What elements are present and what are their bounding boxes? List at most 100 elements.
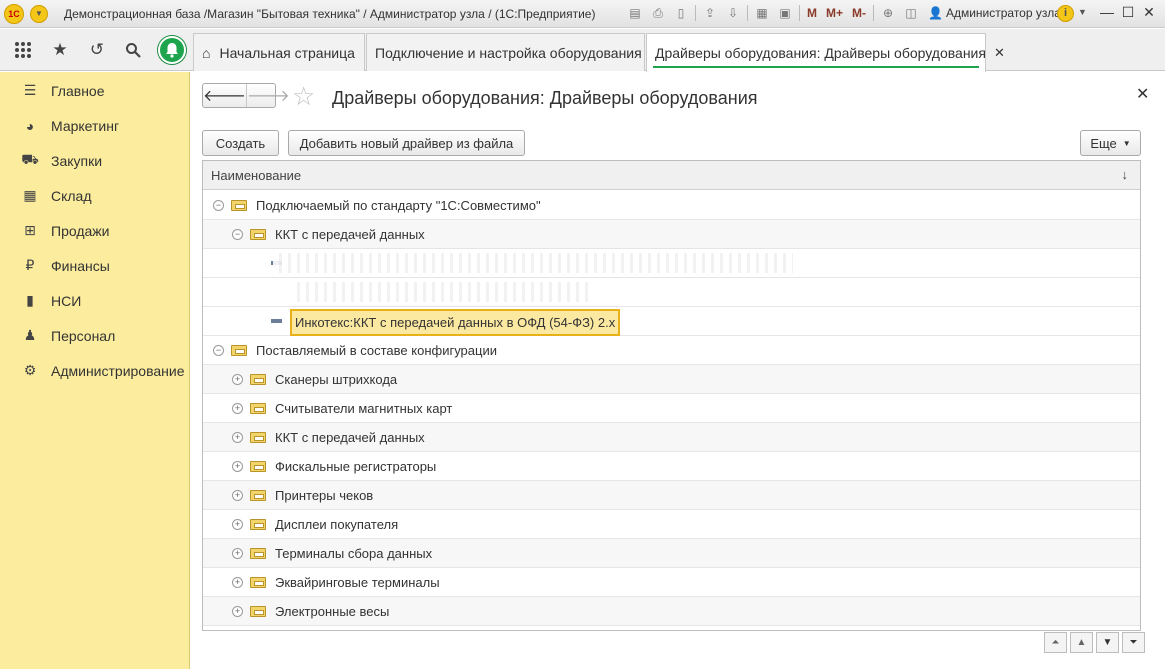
chevron-down-icon: ▼ xyxy=(1122,138,1131,148)
sidebar-item-label: Персонал xyxy=(51,327,116,344)
tab-label: Подключение и настройка оборудования xyxy=(375,44,642,61)
close-window-icon[interactable]: ✕ xyxy=(1140,4,1158,21)
table-row[interactable]: − Подключаемый по стандарту "1С:Совмести… xyxy=(203,191,1140,220)
tab-home[interactable]: ⌂ Начальная страница xyxy=(193,33,365,71)
sidebar-item-marketing[interactable]: ◕ Маркетинг xyxy=(0,108,190,143)
panels-icon[interactable]: ◫ xyxy=(902,4,920,22)
sidebar-item-administration[interactable]: ⚙ Администрирование xyxy=(0,353,190,388)
favorite-star-icon[interactable]: ☆ xyxy=(292,81,315,112)
table-row[interactable] xyxy=(203,249,1140,278)
table-row-selected[interactable]: Инкотекс:ККТ с передачей данных в ОФД (5… xyxy=(203,307,1140,336)
expand-icon[interactable]: + xyxy=(232,489,243,501)
drivers-table[interactable]: Наименование ↓ − Подключаемый по стандар… xyxy=(202,160,1141,631)
expand-icon[interactable]: + xyxy=(232,373,243,385)
memory-plus-button[interactable]: M+ xyxy=(824,4,845,22)
expand-icon[interactable]: + xyxy=(232,431,243,443)
row-label: Электронные весы xyxy=(275,603,390,619)
current-user[interactable]: 👤 Администратор узла xyxy=(928,6,1061,20)
table-row[interactable]: + Считыватели магнитных карт xyxy=(203,394,1140,423)
sidebar-item-main[interactable]: ☰ Главное xyxy=(0,73,190,108)
memory-minus-button[interactable]: M- xyxy=(850,4,868,22)
row-label: Сканеры штрихкода xyxy=(275,371,398,387)
toolbar-separator xyxy=(799,5,800,21)
maximize-icon[interactable]: ☐ xyxy=(1119,4,1137,21)
table-row[interactable]: + Электронные весы xyxy=(203,597,1140,626)
title-bar: 1С ▼ Демонстрационная база /Магазин "Быт… xyxy=(0,0,1165,28)
folder-icon xyxy=(250,547,266,559)
scroll-to-bottom-icon[interactable]: ⏷ xyxy=(1122,632,1145,653)
table-row[interactable]: + Фискальные регистраторы xyxy=(203,452,1140,481)
table-row[interactable]: + Принтеры чеков xyxy=(203,481,1140,510)
calculator-icon[interactable]: ▦ xyxy=(753,4,771,22)
row-label: Подключаемый по стандарту "1С:Совместимо… xyxy=(256,197,541,213)
table-row[interactable]: − Поставляемый в составе конфигурации xyxy=(203,336,1140,365)
folder-icon xyxy=(250,373,266,385)
sidebar-item-sales[interactable]: ⊞ Продажи xyxy=(0,213,190,248)
row-label: Поставляемый в составе конфигурации xyxy=(256,342,497,358)
close-form-icon[interactable]: ✕ xyxy=(1136,84,1149,104)
basket-icon: ⊞ xyxy=(24,222,36,238)
expand-icon[interactable]: + xyxy=(232,402,243,414)
tab-equipment-setup[interactable]: Подключение и настройка оборудования ✕ xyxy=(366,33,661,71)
sidebar-item-personnel[interactable]: ♟ Персонал xyxy=(0,318,190,353)
more-button[interactable]: Еще ▼ xyxy=(1080,130,1141,156)
table-row[interactable]: + Сканеры штрихкода xyxy=(203,365,1140,394)
main-menu-button[interactable]: ▼ xyxy=(30,4,48,23)
forward-arrow-icon[interactable]: 🡒 xyxy=(245,84,290,107)
collapse-icon[interactable]: − xyxy=(232,228,243,240)
expand-icon[interactable]: + xyxy=(232,605,243,617)
row-label: Считыватели магнитных карт xyxy=(275,400,453,416)
create-button[interactable]: Создать xyxy=(202,130,279,156)
zoom-icon[interactable]: ⊕ xyxy=(879,4,897,22)
table-row[interactable] xyxy=(203,278,1140,307)
apps-grid-icon[interactable] xyxy=(11,38,35,62)
import-icon[interactable]: ⇩ xyxy=(724,4,742,22)
table-row[interactable]: + Дисплеи покупателя xyxy=(203,510,1140,539)
history-icon[interactable]: ↺ xyxy=(85,38,109,62)
scroll-up-icon[interactable]: ▲ xyxy=(1070,632,1093,653)
search-icon[interactable] xyxy=(121,38,145,62)
export-icon[interactable]: ⇪ xyxy=(701,4,719,22)
toolbar-separator xyxy=(747,5,748,21)
folder-icon xyxy=(250,518,266,530)
expand-icon[interactable]: + xyxy=(232,576,243,588)
close-tab-icon[interactable]: ✕ xyxy=(994,45,1005,61)
add-driver-from-file-button[interactable]: Добавить новый драйвер из файла xyxy=(288,130,525,156)
table-row[interactable]: + Терминалы сбора данных xyxy=(203,539,1140,568)
table-row[interactable]: + ККТ с передачей данных xyxy=(203,423,1140,452)
notifications-bell-icon[interactable] xyxy=(158,36,186,64)
sidebar-item-label: Продажи xyxy=(51,222,110,239)
toolbar-separator xyxy=(873,5,875,21)
scroll-to-top-icon[interactable]: ⏶ xyxy=(1044,632,1067,653)
info-icon[interactable]: i xyxy=(1057,5,1074,22)
collapse-icon[interactable]: − xyxy=(213,199,224,211)
print-icon[interactable]: ⎙ xyxy=(649,4,667,22)
sidebar-item-label: НСИ xyxy=(51,292,82,309)
chevron-down-icon[interactable]: ▼ xyxy=(1078,7,1087,17)
table-pager: ⏶ ▲ ▼ ⏷ xyxy=(1044,632,1145,653)
minimize-icon[interactable]: — xyxy=(1098,4,1116,20)
sidebar-item-reference[interactable]: ▮ НСИ xyxy=(0,283,190,318)
table-header: Наименование ↓ xyxy=(203,161,1140,190)
expand-icon[interactable]: + xyxy=(232,460,243,472)
save-icon[interactable]: ▤ xyxy=(626,4,644,22)
favorites-star-icon[interactable]: ★ xyxy=(48,38,72,62)
memory-button[interactable]: M xyxy=(805,4,819,22)
gear-icon: ⚙ xyxy=(23,362,37,378)
table-row[interactable]: − ККТ с передачей данных xyxy=(203,220,1140,249)
scroll-down-icon[interactable]: ▼ xyxy=(1096,632,1119,653)
table-row[interactable]: + Эквайринговые терминалы xyxy=(203,568,1140,597)
preview-icon[interactable]: ▯ xyxy=(672,4,690,22)
expand-icon[interactable]: + xyxy=(232,518,243,530)
expand-icon[interactable]: + xyxy=(232,547,243,559)
column-name-header[interactable]: Наименование xyxy=(211,168,301,183)
tab-equipment-drivers[interactable]: Драйверы оборудования: Драйверы оборудов… xyxy=(646,33,1005,72)
collapse-icon[interactable]: − xyxy=(213,344,224,356)
calendar-icon[interactable]: ▣ xyxy=(776,4,794,22)
sidebar-item-finance[interactable]: ₽ Финансы xyxy=(0,248,190,283)
toolbar-separator xyxy=(695,5,696,21)
sidebar-item-purchases[interactable]: ⛟ Закупки xyxy=(0,143,190,178)
sidebar-item-warehouse[interactable]: ▦ Склад xyxy=(0,178,190,213)
sort-arrow-icon[interactable]: ↓ xyxy=(1122,167,1129,182)
back-arrow-icon[interactable]: 🡐 xyxy=(203,84,246,107)
